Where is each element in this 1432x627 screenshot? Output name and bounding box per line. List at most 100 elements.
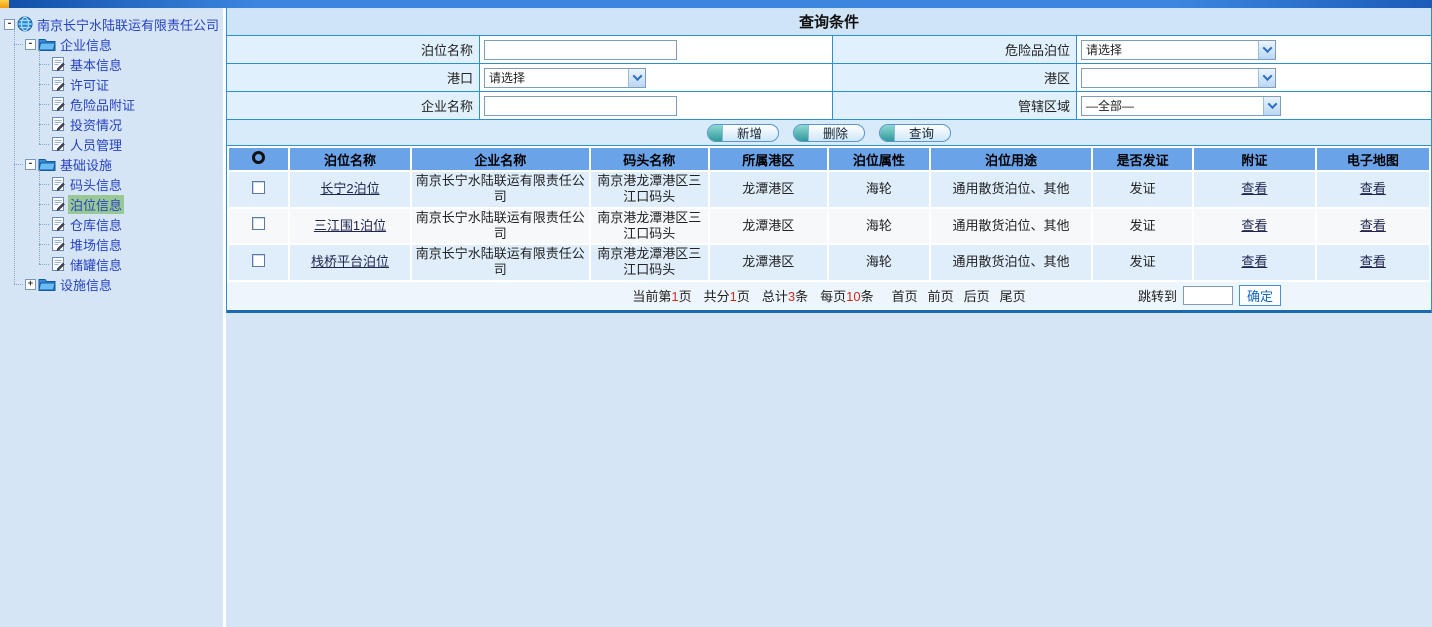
tree-item-tank-info[interactable]: 储罐信息 [54, 254, 223, 274]
port-select[interactable]: 请选择 [484, 68, 646, 88]
port-value: 请选择 [485, 69, 628, 86]
tree-item-personnel[interactable]: 人员管理 [54, 134, 223, 154]
chevron-down-icon[interactable] [1258, 69, 1275, 87]
tree-expander-facility-info[interactable]: + [25, 279, 36, 290]
table-row: 三江围1泊位 南京长宁水陆联运有限责任公司 南京港龙潭港区三江口码头 龙潭港区 … [228, 208, 1430, 245]
tree-root-label[interactable]: 南京长宁水陆联运有限责任公司 [35, 15, 221, 34]
map-view-link[interactable]: 查看 [1360, 254, 1386, 269]
port-cell: 请选择 [480, 64, 833, 92]
globe-icon [17, 16, 33, 32]
next-page-link[interactable]: 后页 [964, 286, 990, 305]
table-row: 长宁2泊位 南京长宁水陆联运有限责任公司 南京港龙潭港区三江口码头 龙潭港区 海… [228, 171, 1430, 208]
chevron-down-icon[interactable] [628, 69, 645, 87]
berth-name-link[interactable]: 三江围1泊位 [314, 218, 386, 233]
row-checkbox[interactable] [252, 181, 265, 194]
tree-expander-company-info[interactable]: - [25, 39, 36, 50]
col-port-area: 所属港区 [709, 147, 828, 171]
tree-group-infrastructure[interactable]: - 基础设施 [28, 154, 223, 174]
first-page-link[interactable]: 首页 [892, 286, 918, 305]
select-all-header[interactable] [228, 147, 289, 171]
tree-item-label[interactable]: 人员管理 [68, 135, 124, 154]
row-checkbox[interactable] [252, 254, 265, 267]
company-cell: 南京长宁水陆联运有限责任公司 [411, 171, 590, 208]
hazard-berth-select[interactable]: 请选择 [1081, 40, 1276, 60]
col-berth-name: 泊位名称 [289, 147, 410, 171]
attachment-view-link[interactable]: 查看 [1241, 254, 1267, 269]
tree-item-berth-info[interactable]: 泊位信息 [54, 194, 223, 214]
tree-item-label[interactable]: 危险品附证 [68, 95, 137, 114]
tree-connector [14, 164, 23, 165]
region-select[interactable]: —全部— [1081, 96, 1281, 116]
attachment-view-link[interactable]: 查看 [1241, 218, 1267, 233]
tree-item-label[interactable]: 基本信息 [68, 55, 124, 74]
tree-item-investment[interactable]: 投资情况 [54, 114, 223, 134]
page-edit-icon [51, 116, 66, 132]
query-panel: 查询条件 泊位名称 危险品泊位 请选择 港口 请 [226, 8, 1432, 313]
delete-button[interactable]: 删除 [793, 124, 865, 142]
tree-expander-root[interactable]: - [4, 19, 15, 30]
tree-group-label[interactable]: 企业信息 [58, 35, 114, 54]
region-value: —全部— [1082, 97, 1263, 114]
total-pages-text: 共分1页 [704, 286, 750, 305]
tree-connector [39, 184, 49, 185]
add-button[interactable]: 新增 [707, 124, 779, 142]
tree-item-label[interactable]: 投资情况 [68, 115, 124, 134]
delete-button-label: 删除 [823, 124, 848, 142]
wharf-cell: 南京港龙潭港区三江口码头 [590, 171, 709, 208]
tree-group-company-info[interactable]: - 企业信息 [28, 34, 223, 54]
tree-item-wharf-info[interactable]: 码头信息 [54, 174, 223, 194]
map-view-link[interactable]: 查看 [1360, 181, 1386, 196]
berth-usage-cell: 通用散货泊位、其他 [930, 208, 1092, 245]
tree-connector [39, 144, 49, 145]
tree-item-license[interactable]: 许可证 [54, 74, 223, 94]
tree-item-label[interactable]: 储罐信息 [68, 255, 124, 274]
tree-item-label[interactable]: 许可证 [68, 75, 111, 94]
tree-item-label[interactable]: 堆场信息 [68, 235, 124, 254]
empty-area [226, 313, 1432, 627]
chevron-down-icon[interactable] [1263, 97, 1280, 115]
tree-item-hazard-cert[interactable]: 危险品附证 [54, 94, 223, 114]
berth-name-link[interactable]: 栈桥平台泊位 [311, 254, 389, 269]
total-records-text: 总计3条 [762, 286, 808, 305]
port-label: 港口 [227, 64, 480, 92]
berth-name-input[interactable] [484, 40, 677, 60]
chevron-down-icon[interactable] [1258, 41, 1275, 59]
tree-expander-infrastructure[interactable]: - [25, 159, 36, 170]
tree-item-label[interactable]: 码头信息 [68, 175, 124, 194]
tree-item-yard-info[interactable]: 堆场信息 [54, 234, 223, 254]
confirm-button[interactable]: 确定 [1239, 285, 1281, 306]
tree-item-label-selected[interactable]: 泊位信息 [68, 195, 124, 214]
tree-item-label[interactable]: 仓库信息 [68, 215, 124, 234]
last-page-link[interactable]: 尾页 [1000, 286, 1026, 305]
certified-cell: 发证 [1092, 208, 1193, 245]
tree-group-label[interactable]: 设施信息 [58, 275, 114, 294]
berth-name-cell [480, 36, 833, 64]
tree-root[interactable]: - 南京长宁水陆联运有限责任公司 [4, 14, 223, 34]
tree-item-warehouse-info[interactable]: 仓库信息 [54, 214, 223, 234]
port-area-cell: 龙潭港区 [709, 171, 828, 208]
page-size-number: 10 [846, 289, 860, 304]
map-view-link[interactable]: 查看 [1360, 218, 1386, 233]
wharf-cell: 南京港龙潭港区三江口码头 [590, 244, 709, 281]
berth-name-label: 泊位名称 [227, 36, 480, 64]
attachment-view-link[interactable]: 查看 [1241, 181, 1267, 196]
tree-group-facility-info[interactable]: + 设施信息 [28, 274, 223, 294]
jump-page-input[interactable] [1183, 286, 1233, 305]
prev-page-link[interactable]: 前页 [928, 286, 954, 305]
berth-name-link[interactable]: 长宁2泊位 [320, 181, 379, 196]
col-berth-usage: 泊位用途 [930, 147, 1092, 171]
page-edit-icon [51, 216, 66, 232]
row-checkbox[interactable] [252, 217, 265, 230]
select-all-icon[interactable] [252, 151, 265, 164]
current-page-text: 当前第1页 [632, 286, 691, 305]
tree-item-basic-info[interactable]: 基本信息 [54, 54, 223, 74]
search-button[interactable]: 查询 [879, 124, 951, 142]
col-berth-attr: 泊位属性 [828, 147, 930, 171]
tree-connector [39, 264, 49, 265]
berth-table: 泊位名称 企业名称 码头名称 所属港区 泊位属性 泊位用途 是否发证 附证 电子… [227, 146, 1431, 282]
company-name-input[interactable] [484, 96, 677, 116]
port-area-select[interactable] [1081, 68, 1276, 88]
tree-connector [39, 204, 49, 205]
jump-label: 跳转到 [1138, 286, 1177, 305]
tree-group-label[interactable]: 基础设施 [58, 155, 114, 174]
